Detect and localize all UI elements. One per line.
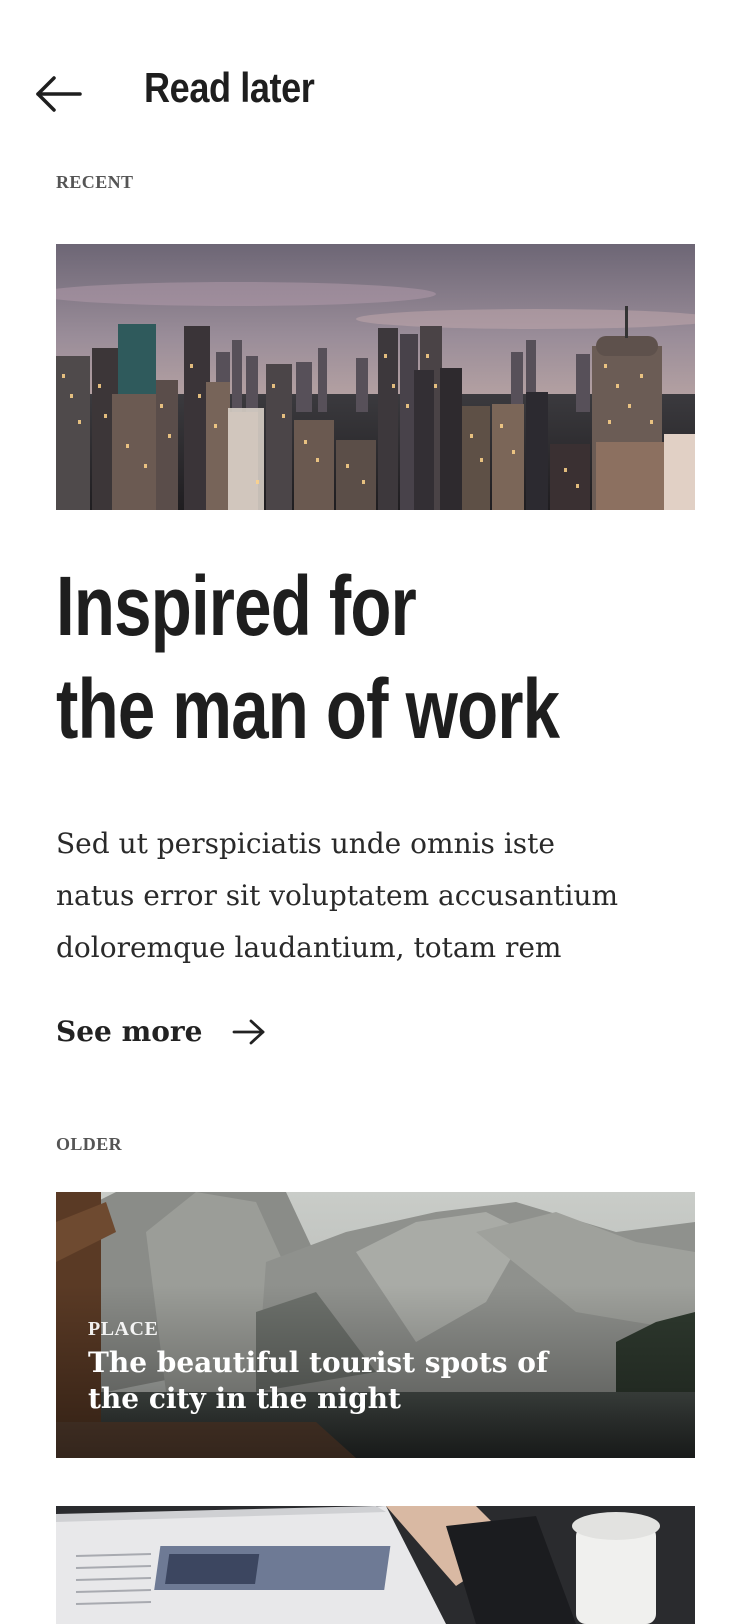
excerpt-line-3: doloremque laudantium, totam rem [56, 931, 562, 964]
article-title[interactable]: Inspired for the man of work [56, 555, 696, 761]
section-label-older: OLDER [56, 1134, 123, 1154]
excerpt-line-1: Sed ut perspiciatis unde omnis iste [56, 827, 555, 860]
article-excerpt: Sed ut perspiciatis unde omnis iste natu… [56, 818, 656, 974]
newspaper-coffee-image [56, 1506, 695, 1624]
page-title: Read later [144, 64, 315, 111]
card-title: The beautiful tourist spots of the city … [88, 1346, 548, 1415]
card-text: PLACE The beautiful tourist spots of the… [88, 1318, 608, 1417]
article-title-line-1: Inspired for [56, 559, 417, 653]
article-card[interactable]: PLACE The beautiful tourist spots of the… [56, 1192, 695, 1458]
article-card[interactable] [56, 1506, 695, 1624]
back-button[interactable] [30, 70, 86, 118]
arrow-left-icon [36, 76, 82, 112]
see-more-link[interactable]: See more [56, 1015, 266, 1048]
article-title-line-2: the man of work [56, 662, 560, 756]
see-more-label: See more [56, 1015, 203, 1048]
city-skyline-image[interactable] [56, 244, 695, 510]
arrow-right-icon [233, 1019, 265, 1044]
section-label-recent: RECENT [56, 172, 134, 192]
card-category: PLACE [88, 1318, 159, 1340]
excerpt-line-2: natus error sit voluptatem accusantium [56, 879, 619, 912]
